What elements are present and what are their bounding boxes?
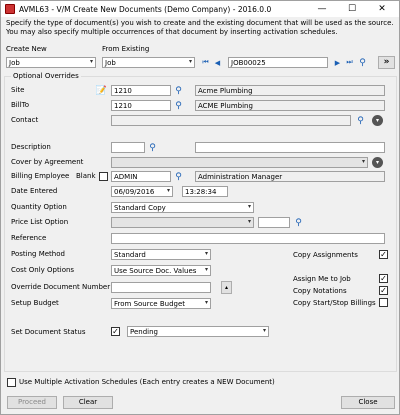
copy-assignments-label: Copy Assignments: [293, 251, 358, 259]
chevron-down-icon: ▾: [262, 327, 266, 334]
close-button[interactable]: Close: [341, 396, 395, 409]
document-status-select[interactable]: Pending ▾: [127, 326, 269, 337]
copy-startstop-checkbox[interactable]: [379, 298, 388, 307]
reference-label: Reference: [11, 234, 47, 242]
from-existing-label: From Existing: [102, 45, 150, 53]
billing-employee-name-field: Administration Manager: [195, 171, 385, 182]
price-list-lookup-icon[interactable]: ⚲: [293, 217, 304, 228]
optional-overrides-title: Optional Overrides: [11, 72, 81, 81]
next-record-icon[interactable]: ▶: [332, 57, 343, 68]
date-entered-label: Date Entered: [11, 187, 58, 195]
reference-field[interactable]: [111, 233, 385, 244]
chevron-down-icon: ▾: [247, 203, 251, 210]
previous-record-icon[interactable]: ◀: [212, 57, 223, 68]
description-text-field[interactable]: [195, 142, 385, 153]
description-code-field[interactable]: [111, 142, 145, 153]
cost-only-select[interactable]: Use Source Doc. Values ▾: [111, 265, 211, 276]
employee-lookup-icon[interactable]: ⚲: [173, 171, 184, 182]
document-status-label: Set Document Status: [11, 328, 86, 336]
lookup-icon[interactable]: ⚲: [357, 57, 368, 68]
posting-method-label: Posting Method: [11, 250, 65, 258]
billto-name-field: ACME Plumbing: [195, 100, 385, 111]
price-list-label: Price List Option: [11, 218, 69, 226]
copy-notations-checkbox[interactable]: ✓: [379, 286, 388, 295]
create-new-label: Create New: [6, 45, 47, 53]
chevron-down-icon: ▾: [247, 218, 251, 225]
blank-label: Blank: [76, 172, 96, 180]
app-icon: [5, 4, 15, 14]
copy-assignments-checkbox[interactable]: ✓: [379, 250, 388, 259]
cost-only-label: Cost Only Options: [11, 266, 75, 274]
assign-me-label: Assign Me to Job: [293, 275, 351, 283]
instructions-text: Specify the type of document(s) you wish…: [6, 19, 394, 36]
billto-label: BillTo: [11, 101, 30, 109]
dialog-window: AVML63 - V/M Create New Documents (Demo …: [0, 0, 400, 415]
multiple-schedules-label: Use Multiple Activation Schedules (Each …: [19, 378, 275, 386]
quantity-option-select[interactable]: Standard Copy ▾: [111, 202, 254, 213]
contact-info-icon[interactable]: ▾: [372, 115, 383, 126]
chevron-down-icon: ▾: [188, 58, 192, 65]
contact-label: Contact: [11, 116, 39, 124]
document-number-field[interactable]: JOB00025: [228, 57, 328, 68]
document-status-checkbox[interactable]: ✓: [111, 327, 120, 336]
contact-lookup-icon[interactable]: ⚲: [355, 115, 366, 126]
override-doc-field[interactable]: [111, 282, 211, 293]
billto-lookup-icon[interactable]: ⚲: [173, 100, 184, 111]
site-lookup-icon[interactable]: ⚲: [173, 85, 184, 96]
title-bar: AVML63 - V/M Create New Documents (Demo …: [1, 1, 399, 17]
site-code-field[interactable]: 1210: [111, 85, 171, 96]
copy-notations-label: Copy Notations: [293, 287, 347, 295]
posting-method-select[interactable]: Standard ▾: [111, 249, 211, 260]
setup-budget-select[interactable]: From Source Budget ▾: [111, 298, 211, 309]
proceed-arrow-button[interactable]: »: [378, 56, 395, 69]
first-record-icon[interactable]: ⏮: [200, 57, 211, 68]
override-doc-label: Override Document Number: [11, 283, 111, 291]
description-lookup-icon[interactable]: ⚲: [147, 142, 158, 153]
chevron-down-icon: ▾: [361, 158, 365, 165]
blank-checkbox[interactable]: [99, 172, 108, 181]
billto-code-field[interactable]: 1210: [111, 100, 171, 111]
agreement-info-icon[interactable]: ▾: [372, 157, 383, 168]
billing-employee-label: Billing Employee: [11, 172, 70, 180]
notepad-icon[interactable]: 📝: [96, 85, 107, 96]
maximize-button[interactable]: ☐: [341, 1, 363, 17]
quantity-option-label: Quantity Option: [11, 203, 67, 211]
create-new-select[interactable]: Job ▾: [6, 57, 96, 68]
site-name-field: Acme Plumbing: [195, 85, 385, 96]
multiple-schedules-checkbox[interactable]: [7, 378, 16, 387]
assign-me-checkbox[interactable]: ✓: [379, 274, 388, 283]
proceed-button[interactable]: Proceed: [7, 396, 57, 409]
setup-budget-label: Setup Budget: [11, 299, 59, 307]
chevron-down-icon: ▾: [204, 266, 208, 273]
close-window-button[interactable]: ✕: [371, 1, 393, 17]
chevron-down-icon: ▾: [89, 58, 93, 65]
billing-employee-code-field[interactable]: ADMIN: [111, 171, 171, 182]
last-record-icon[interactable]: ⏭: [344, 57, 355, 68]
from-existing-select[interactable]: Job ▾: [102, 57, 195, 68]
price-list-select[interactable]: ▾: [111, 217, 254, 228]
copy-startstop-label: Copy Start/Stop Billings: [293, 299, 376, 307]
chevron-down-icon: ▾: [166, 187, 170, 194]
window-title: AVML63 - V/M Create New Documents (Demo …: [19, 4, 272, 14]
clear-button[interactable]: Clear: [63, 396, 113, 409]
description-label: Description: [11, 143, 51, 151]
date-entered-picker[interactable]: 06/09/2016 ▾: [111, 186, 173, 197]
time-entered-field[interactable]: 13:28:34: [182, 186, 228, 197]
chevron-down-icon: ▾: [204, 299, 208, 306]
site-label: Site: [11, 86, 25, 94]
minimize-button[interactable]: —: [311, 1, 333, 17]
contact-field[interactable]: [111, 115, 351, 126]
override-doc-up-button[interactable]: ▴: [221, 281, 232, 294]
price-list-extra-field[interactable]: [258, 217, 290, 228]
cover-agreement-select[interactable]: ▾: [111, 157, 368, 168]
chevron-down-icon: ▾: [204, 250, 208, 257]
cover-agreement-label: Cover by Agreement: [11, 158, 84, 166]
